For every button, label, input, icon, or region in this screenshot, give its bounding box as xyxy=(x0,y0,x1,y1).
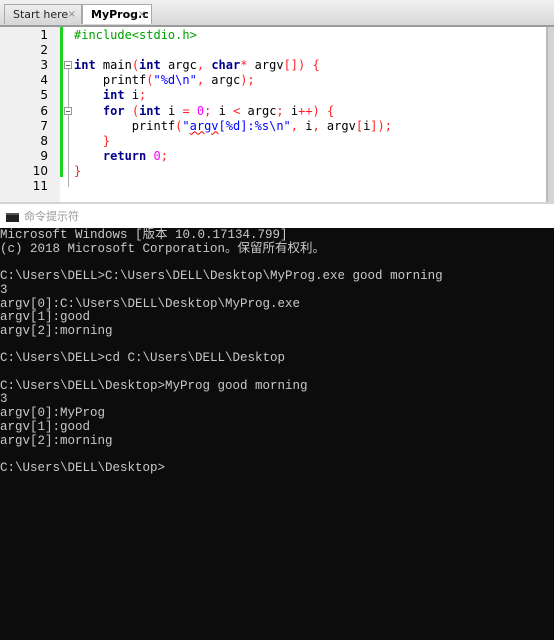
code-token: = xyxy=(182,103,190,118)
code-text: #include<stdio.h> xyxy=(74,28,197,43)
code-token: , xyxy=(290,118,306,133)
code-text: int main(int argc, char* argv[]) { xyxy=(74,58,320,73)
line-number: 4 xyxy=(40,73,48,88)
code-token: , xyxy=(196,73,212,88)
code-line[interactable]: 3 int main(int argc, char* argv[]) { xyxy=(0,58,546,73)
console-output[interactable]: Microsoft Windows [版本 10.0.17134.799] (c… xyxy=(0,228,554,640)
code-token: i xyxy=(283,103,299,118)
code-text: printf("%d\n", argc); xyxy=(74,73,255,88)
code-line[interactable]: 11 xyxy=(0,179,546,194)
code-token: ; xyxy=(139,88,147,103)
code-token: ]); xyxy=(370,118,392,133)
line-number: 9 xyxy=(40,148,48,163)
line-number: 11 xyxy=(32,179,48,193)
code-text: printf("argv[%d]:%s\n", i, argv[i]); xyxy=(74,119,392,134)
code-token: ( xyxy=(131,58,140,73)
code-token: } xyxy=(74,163,82,178)
code-token: int xyxy=(74,58,96,73)
code-token: int xyxy=(139,103,161,118)
cmd-window-title: 命令提示符 xyxy=(24,210,79,223)
terminal-icon xyxy=(6,213,19,222)
code-token: , xyxy=(312,118,327,133)
code-token: printf xyxy=(74,73,147,88)
cmd-title-bar: 命令提示符 xyxy=(0,204,554,228)
code-token: argc xyxy=(240,103,277,118)
code-token: int xyxy=(139,58,161,73)
code-token: #include<stdio.h> xyxy=(74,28,197,42)
code-editor[interactable]: 1 #include<stdio.h> 2 3 int main(int argc, c… xyxy=(0,27,548,202)
line-number: 5 xyxy=(40,88,48,103)
code-token: for xyxy=(102,103,125,118)
code-token: ; xyxy=(160,148,168,163)
line-number: 3 xyxy=(40,58,48,73)
code-token: argv xyxy=(189,118,219,133)
code-editor-window: Start here × MyProg.c × 1 #include<stdio.h>… xyxy=(0,0,554,204)
code-line[interactable]: 5 int i; xyxy=(0,88,546,103)
code-token: char xyxy=(211,58,241,73)
close-icon[interactable]: × xyxy=(68,5,76,25)
code-token: int xyxy=(102,88,125,103)
line-number: 8 xyxy=(40,133,48,148)
code-token: return xyxy=(102,148,147,163)
code-token: " xyxy=(182,118,190,133)
code-line[interactable]: 2 xyxy=(0,43,546,58)
code-text: return 0; xyxy=(74,149,168,164)
code-line[interactable]: 10} xyxy=(0,164,546,179)
code-line[interactable]: 1 #include<stdio.h> xyxy=(0,28,546,43)
code-token: 0 xyxy=(153,148,161,163)
code-token: argv xyxy=(247,58,284,73)
tab-label: Start here xyxy=(13,8,69,21)
tab-myprog-c[interactable]: MyProg.c × xyxy=(82,4,152,24)
code-line[interactable]: 4 printf("%d\n", argc); xyxy=(0,73,546,88)
code-line[interactable]: 6 for (int i = 0; i < argc; i++) { xyxy=(0,104,546,119)
line-number: 6 xyxy=(40,103,48,118)
code-token: "%d\n" xyxy=(153,73,197,88)
code-token: } xyxy=(102,133,111,148)
code-token: ++) { xyxy=(298,103,335,118)
tab-start-here[interactable]: Start here × xyxy=(4,4,82,24)
code-token: ( xyxy=(131,103,140,118)
code-token: argc xyxy=(211,73,241,88)
code-line[interactable]: 7 printf("argv[%d]:%s\n", i, argv[i]); xyxy=(0,119,546,134)
code-token: i xyxy=(160,103,183,118)
line-number: 1 xyxy=(40,28,48,42)
code-token: i xyxy=(211,103,234,118)
code-text: for (int i = 0; i < argc; i++) { xyxy=(74,104,334,119)
code-line[interactable]: 9 return 0; xyxy=(0,149,546,164)
close-icon[interactable]: × xyxy=(138,5,146,25)
line-number: 10 xyxy=(32,163,48,178)
tab-bar: Start here × MyProg.c × xyxy=(0,0,554,27)
code-token: , xyxy=(196,58,212,73)
code-token: printf xyxy=(74,118,176,133)
line-number: 7 xyxy=(40,118,48,133)
code-text: } xyxy=(74,134,110,149)
code-token: argv xyxy=(326,118,356,133)
code-text: } xyxy=(74,164,81,179)
code-token: ); xyxy=(240,73,255,88)
code-text: int i; xyxy=(74,88,146,103)
code-line[interactable]: 8 } xyxy=(0,134,546,149)
code-token: []) { xyxy=(283,58,320,73)
line-number: 2 xyxy=(40,43,48,58)
code-token: ; xyxy=(276,103,284,118)
code-token: [%d]:%s\n" xyxy=(218,118,291,133)
code-token: i xyxy=(124,88,140,103)
code-token: argc xyxy=(160,58,197,73)
code-token: main xyxy=(95,58,132,73)
code-token: [ xyxy=(355,118,364,133)
